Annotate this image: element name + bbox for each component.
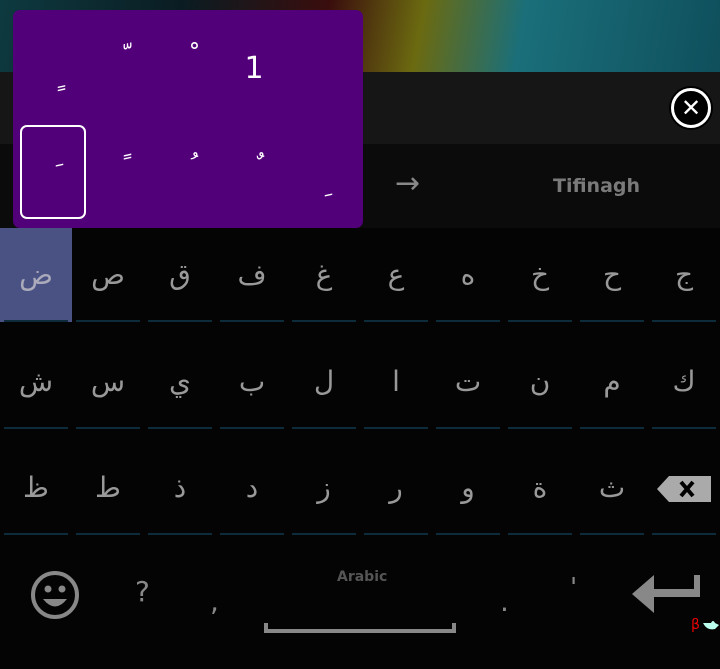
key-row-1: ض ص ق ف غ ع ه خ ح ج	[0, 228, 720, 322]
popup-key-selected[interactable]: َ	[20, 125, 86, 219]
key[interactable]: ح	[576, 228, 648, 322]
key[interactable]: ع	[360, 228, 432, 322]
key[interactable]: ب	[216, 335, 288, 429]
arrow-right-icon[interactable]: →	[395, 166, 420, 201]
key[interactable]: م	[576, 335, 648, 429]
popup-key[interactable]: ّ	[88, 10, 154, 104]
key-row-3: ظ ط ذ د ز ر و ة ث	[0, 441, 720, 535]
popup-key[interactable]: ِ	[289, 138, 355, 232]
key-row-2: ش س ي ب ل ا ت ن م ك	[0, 335, 720, 429]
key[interactable]: ك	[648, 335, 720, 429]
space-label: Arabic	[337, 569, 388, 585]
key[interactable]: ذ	[144, 441, 216, 535]
key[interactable]: ة	[504, 441, 576, 535]
emoji-icon[interactable]	[30, 570, 80, 620]
close-icon[interactable]: ✕	[671, 88, 711, 128]
key[interactable]: ظ	[0, 441, 72, 535]
key-period[interactable]: .	[500, 585, 509, 618]
popup-key[interactable]: ً	[88, 120, 154, 214]
key[interactable]: ت	[432, 335, 504, 429]
key-comma[interactable]: ,	[210, 585, 219, 618]
popup-key[interactable]: ُ	[155, 120, 221, 214]
key[interactable]: ط	[72, 441, 144, 535]
enter-icon[interactable]	[632, 575, 702, 613]
key[interactable]: ش	[0, 335, 72, 429]
key[interactable]: ي	[144, 335, 216, 429]
key[interactable]: ا	[360, 335, 432, 429]
layout-switch-tifinagh[interactable]: Tifinagh	[553, 175, 640, 197]
key[interactable]: ض	[0, 228, 72, 322]
space-key[interactable]	[264, 623, 456, 633]
bottom-row: ? , Arabic . ' β	[0, 545, 720, 645]
key[interactable]: غ	[288, 228, 360, 322]
key-apostrophe[interactable]: '	[570, 573, 577, 603]
key[interactable]: خ	[504, 228, 576, 322]
beta-label: β	[691, 617, 700, 633]
popup-key[interactable]: ٍ	[22, 30, 88, 124]
popup-key[interactable]: ٌ	[221, 120, 287, 214]
key[interactable]: ج	[648, 228, 720, 322]
popup-key[interactable]: ْ	[155, 10, 221, 104]
key[interactable]: ث	[576, 441, 648, 535]
key[interactable]: ف	[216, 228, 288, 322]
key[interactable]: ر	[360, 441, 432, 535]
backspace-icon	[657, 476, 711, 502]
key[interactable]: و	[432, 441, 504, 535]
key[interactable]: ز	[288, 441, 360, 535]
popup-key[interactable]: 1	[221, 22, 287, 116]
key[interactable]: د	[216, 441, 288, 535]
key[interactable]: ل	[288, 335, 360, 429]
key[interactable]: ق	[144, 228, 216, 322]
backspace-key[interactable]	[648, 441, 720, 535]
key[interactable]: ه	[432, 228, 504, 322]
key[interactable]: ص	[72, 228, 144, 322]
key-question[interactable]: ?	[135, 575, 150, 608]
diacritics-popup: ٍ ّ ْ 1 َ ً ُ ٌ ِ	[13, 10, 363, 228]
key[interactable]: س	[72, 335, 144, 429]
key[interactable]: ن	[504, 335, 576, 429]
bird-icon	[703, 621, 719, 630]
